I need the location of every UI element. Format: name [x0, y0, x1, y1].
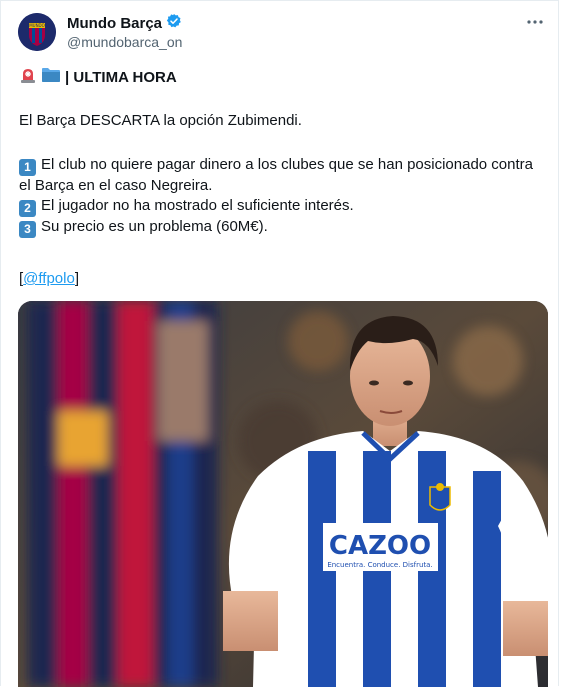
point-text: El club no quiere pagar dinero a los clu… — [19, 156, 533, 194]
author-handle[interactable]: @mundobarca_on — [67, 34, 182, 50]
breaking-news-line: | ULTIMA HORA — [19, 66, 177, 90]
credit-line: [@ffpolo] — [19, 269, 79, 289]
author-name-row[interactable]: Mundo Barça — [67, 13, 182, 34]
list-item: 1 El club no quiere pagar dinero a los cl… — [19, 155, 539, 196]
avatar-logo-text: MUNDO — [29, 23, 45, 28]
author-name[interactable]: Mundo Barça — [67, 15, 162, 32]
keycap-one-icon: 1 — [19, 159, 36, 176]
tweet-photo[interactable]: CAZOO Encuentra. Conduce. Disfruta. — [18, 301, 548, 687]
list-item: 3 Su precio es un problema (60M€). — [19, 217, 539, 238]
folder-icon — [41, 66, 61, 90]
jersey-sponsor-text: CAZOO — [329, 531, 431, 561]
verified-badge-icon — [166, 13, 182, 34]
siren-icon — [19, 66, 37, 90]
blurred-player — [28, 301, 218, 687]
point-text: Su precio es un problema (60M€). — [41, 218, 268, 235]
credit-close-bracket: ] — [74, 270, 79, 287]
keycap-three-icon: 3 — [19, 221, 36, 238]
author-avatar[interactable]: MUNDO — [18, 13, 56, 51]
tweet-card: MUNDO Mundo Barça @mundobarca_on | ULTIM… — [0, 0, 559, 687]
tweet-headline: El Barça DESCARTA la opción Zubimendi. — [19, 112, 302, 129]
tweet-points-list: 1 El club no quiere pagar dinero a los cl… — [19, 155, 539, 238]
mention-link[interactable]: @ffpolo — [23, 270, 75, 287]
point-text: El jugador no ha mostrado el suficiente … — [41, 197, 354, 214]
jersey-tagline-text: Encuentra. Conduce. Disfruta. — [327, 561, 432, 569]
keycap-two-icon: 2 — [19, 200, 36, 217]
list-item: 2 El jugador no ha mostrado el suficiente… — [19, 196, 539, 217]
breaking-label: | ULTIMA HORA — [65, 69, 177, 86]
ellipsis-icon[interactable] — [526, 13, 544, 36]
